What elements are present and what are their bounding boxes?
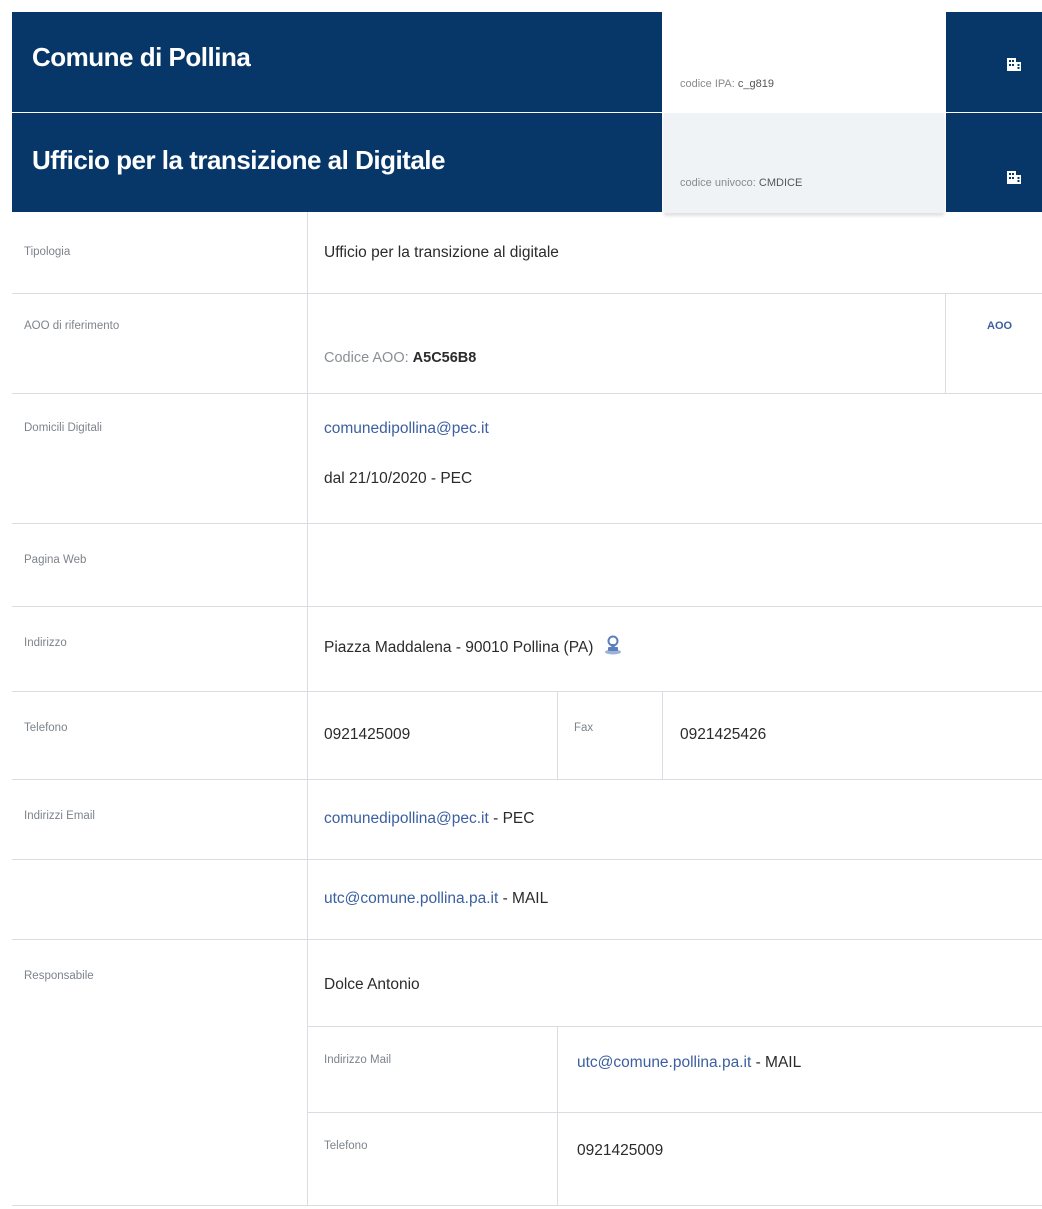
office-header: Ufficio per la transizione al Digitale c… [12, 113, 1042, 213]
pagina-web-label: Pagina Web [24, 554, 87, 566]
aoo-code-label: Codice AOO: [324, 350, 409, 366]
email-pec-link[interactable]: comunedipollina@pec.it [324, 810, 489, 827]
email-type: - MAIL [502, 890, 549, 907]
organization-header: Comune di Pollina codice IPA: c_g819 [12, 12, 1042, 112]
office-code-cell: codice univoco: CMDICE [664, 113, 944, 213]
aoo-code: Codice AOO: A5C56B8 [324, 350, 476, 366]
row-indirizzo: Indirizzo Piazza Maddalena - 90010 Polli… [12, 607, 1042, 692]
row-pagina-web: Pagina Web [12, 524, 1042, 607]
responsabile-label: Responsabile [24, 970, 94, 982]
indirizzo-value: Piazza Maddalena - 90010 Pollina (PA) [324, 639, 594, 656]
organization-name[interactable]: Comune di Pollina [32, 42, 251, 73]
domicili-label: Domicili Digitali [24, 422, 102, 434]
ipa-office-detail: Comune di Pollina codice IPA: c_g819 Uff… [0, 0, 1042, 1209]
row-responsabile: Responsabile Dolce Antonio Indirizzo Mai… [12, 940, 1042, 1206]
domicilio-pec-link[interactable]: comunedipollina@pec.it [324, 420, 489, 438]
row-indirizzi-email: Indirizzi Email comunedipollina@pec.it -… [12, 780, 1042, 860]
responsabile-mail-type: - MAIL [755, 1054, 802, 1071]
email-mail-link[interactable]: utc@comune.pollina.pa.it [324, 890, 498, 907]
organization-code-cell: codice IPA: c_g819 [664, 12, 944, 112]
tipologia-label: Tipologia [24, 246, 71, 258]
fax-label: Fax [574, 722, 594, 734]
indirizzo-label: Indirizzo [24, 637, 67, 649]
responsabile-phone-value: 0921425009 [577, 1142, 664, 1159]
row-aoo: AOO di riferimento Codice AOO: A5C56B8 A… [12, 294, 1042, 394]
office-code-value: CMDICE [758, 177, 803, 189]
aoo-code-value: A5C56B8 [412, 350, 477, 366]
telefono-label: Telefono [24, 722, 68, 734]
email-item: utc@comune.pollina.pa.it - MAIL [324, 890, 548, 908]
organization-title-cell: Comune di Pollina [12, 12, 662, 112]
row-indirizzi-email-2: utc@comune.pollina.pa.it - MAIL [12, 860, 1042, 940]
office-code-label: codice univoco: [680, 177, 756, 189]
email-type: - PEC [493, 810, 535, 827]
responsabile-mail-label: Indirizzo Mail [324, 1054, 392, 1066]
row-telefono: Telefono 0921425009 Fax 0921425426 [12, 692, 1042, 780]
telefono-value[interactable]: 0921425009 [324, 726, 410, 744]
aoo-link[interactable]: AOO [987, 320, 1012, 332]
email-item: comunedipollina@pec.it - PEC [324, 810, 534, 828]
row-tipologia: Tipologia Ufficio per la transizione al … [12, 212, 1042, 294]
building-icon[interactable] [1006, 56, 1022, 72]
fax-value: 0921425426 [680, 726, 767, 743]
responsabile-mail-link[interactable]: utc@comune.pollina.pa.it [577, 1054, 751, 1071]
organization-code-value: c_g819 [737, 78, 774, 90]
aoo-label: AOO di riferimento [24, 320, 120, 332]
organization-icon-cell[interactable] [946, 12, 1042, 112]
indirizzi-email-label: Indirizzi Email [24, 810, 95, 822]
domicilio-since: dal 21/10/2020 - PEC [324, 470, 473, 487]
responsabile-phone-label: Telefono [324, 1140, 368, 1152]
organization-code-label: codice IPA: [680, 78, 735, 90]
office-icon-cell[interactable] [946, 113, 1042, 212]
responsabile-name: Dolce Antonio [324, 976, 420, 993]
office-name: Ufficio per la transizione al Digitale [32, 145, 445, 175]
office-title-cell: Ufficio per la transizione al Digitale [12, 113, 662, 212]
tipologia-value: Ufficio per la transizione al digitale [324, 244, 559, 261]
map-pin-icon[interactable] [604, 635, 622, 655]
building-icon[interactable] [1006, 169, 1022, 185]
responsabile-mail: utc@comune.pollina.pa.it - MAIL [577, 1054, 801, 1072]
row-domicili-digitali: Domicili Digitali comunedipollina@pec.it… [12, 394, 1042, 524]
indirizzo-line: Piazza Maddalena - 90010 Pollina (PA) [324, 635, 622, 657]
